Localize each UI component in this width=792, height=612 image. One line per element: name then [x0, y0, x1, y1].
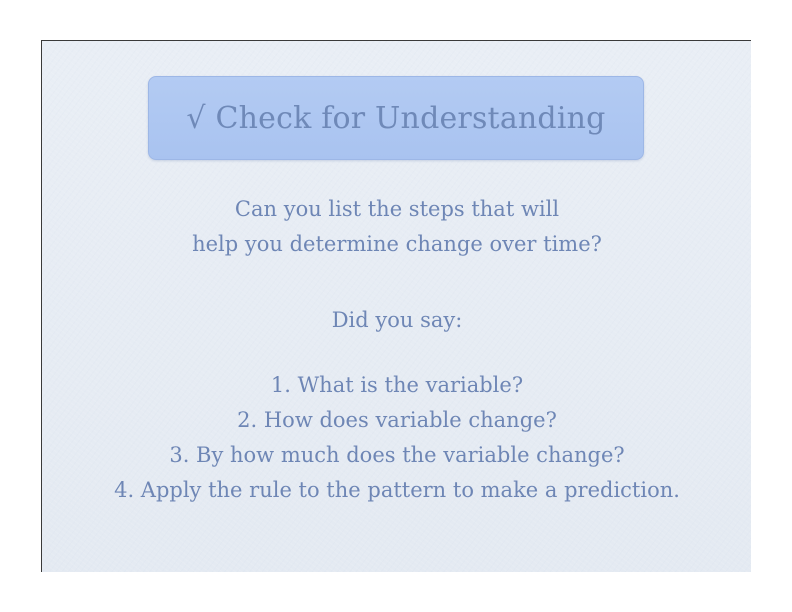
step-text: 3. By how much does the variable change? [169, 443, 625, 467]
prompt-line: Did you say: [42, 303, 752, 338]
prompt-text: Did you say: [331, 308, 463, 332]
question-text: Can you list the steps that will [234, 197, 560, 221]
step-item-1: 1. What is the variable? [42, 368, 752, 403]
step-text: 4. Apply the rule to the pattern to make… [114, 478, 680, 502]
question-line-2: help you determine change over time? [42, 227, 752, 262]
step-text: 1. What is the variable? [270, 373, 524, 397]
slide-title: √ Check for Understanding [186, 100, 606, 136]
slide: √ Check for Understanding Can you list t… [41, 40, 751, 572]
question-line-1: Can you list the steps that will [42, 192, 752, 227]
question-text: help you determine change over time? [192, 232, 602, 256]
step-text: 2. How does variable change? [237, 408, 557, 432]
step-item-4: 4. Apply the rule to the pattern to make… [42, 473, 752, 508]
title-box: √ Check for Understanding [148, 76, 644, 160]
page: √ Check for Understanding Can you list t… [0, 0, 792, 612]
step-item-3: 3. By how much does the variable change? [42, 438, 752, 473]
step-item-2: 2. How does variable change? [42, 403, 752, 438]
